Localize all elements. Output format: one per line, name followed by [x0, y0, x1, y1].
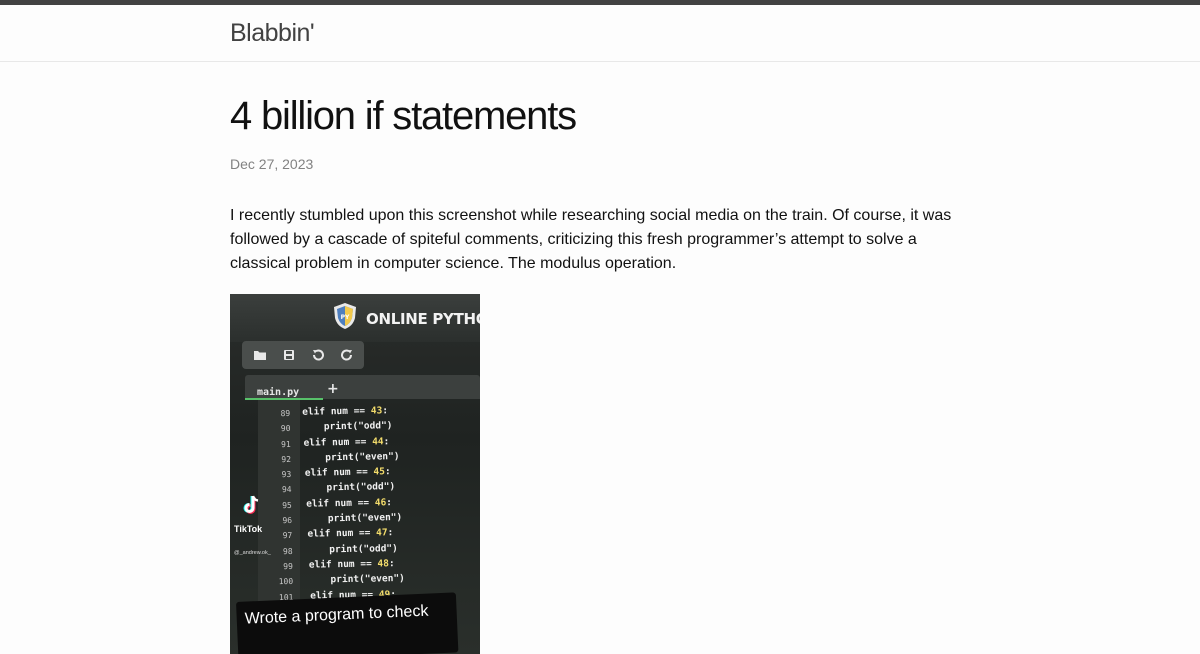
- site-title-link[interactable]: Blabbin': [230, 19, 315, 48]
- post-content: 4 billion if statements Dec 27, 2023 I r…: [230, 92, 970, 654]
- post-date: Dec 27, 2023: [230, 156, 314, 172]
- post-title: 4 billion if statements: [230, 94, 577, 138]
- post-intro-paragraph: I recently stumbled upon this screenshot…: [230, 207, 952, 272]
- tiktok-username: @_andrew.ok_: [234, 550, 271, 556]
- tiktok-screenshot-image: PY ONLINE PYTHO main.py + 89 elif num ==…: [230, 294, 480, 654]
- save-icon[interactable]: [281, 347, 297, 363]
- undo-icon[interactable]: [310, 347, 326, 363]
- editor-toolbar: [242, 341, 364, 369]
- redo-icon[interactable]: [339, 347, 355, 363]
- site-header: Blabbin': [0, 5, 1200, 62]
- python-shield-logo-icon: PY: [334, 303, 356, 329]
- editor-header: PY ONLINE PYTHO: [230, 294, 480, 342]
- add-tab-icon[interactable]: +: [327, 377, 339, 401]
- logo-text: PY: [341, 314, 350, 321]
- tiktok-label: TikTok: [234, 524, 263, 534]
- caption-text: Wrote a program to check: [244, 602, 429, 628]
- tiktok-watermark: TikTok @_andrew.ok_: [234, 494, 284, 565]
- editor-tab-bar: main.py +: [245, 375, 480, 399]
- video-caption: Wrote a program to check: [236, 592, 459, 654]
- app-title: ONLINE PYTHO: [366, 310, 480, 328]
- tiktok-logo-icon: [243, 495, 259, 514]
- folder-icon[interactable]: [252, 347, 268, 363]
- post-body: I recently stumbled upon this screenshot…: [230, 204, 960, 654]
